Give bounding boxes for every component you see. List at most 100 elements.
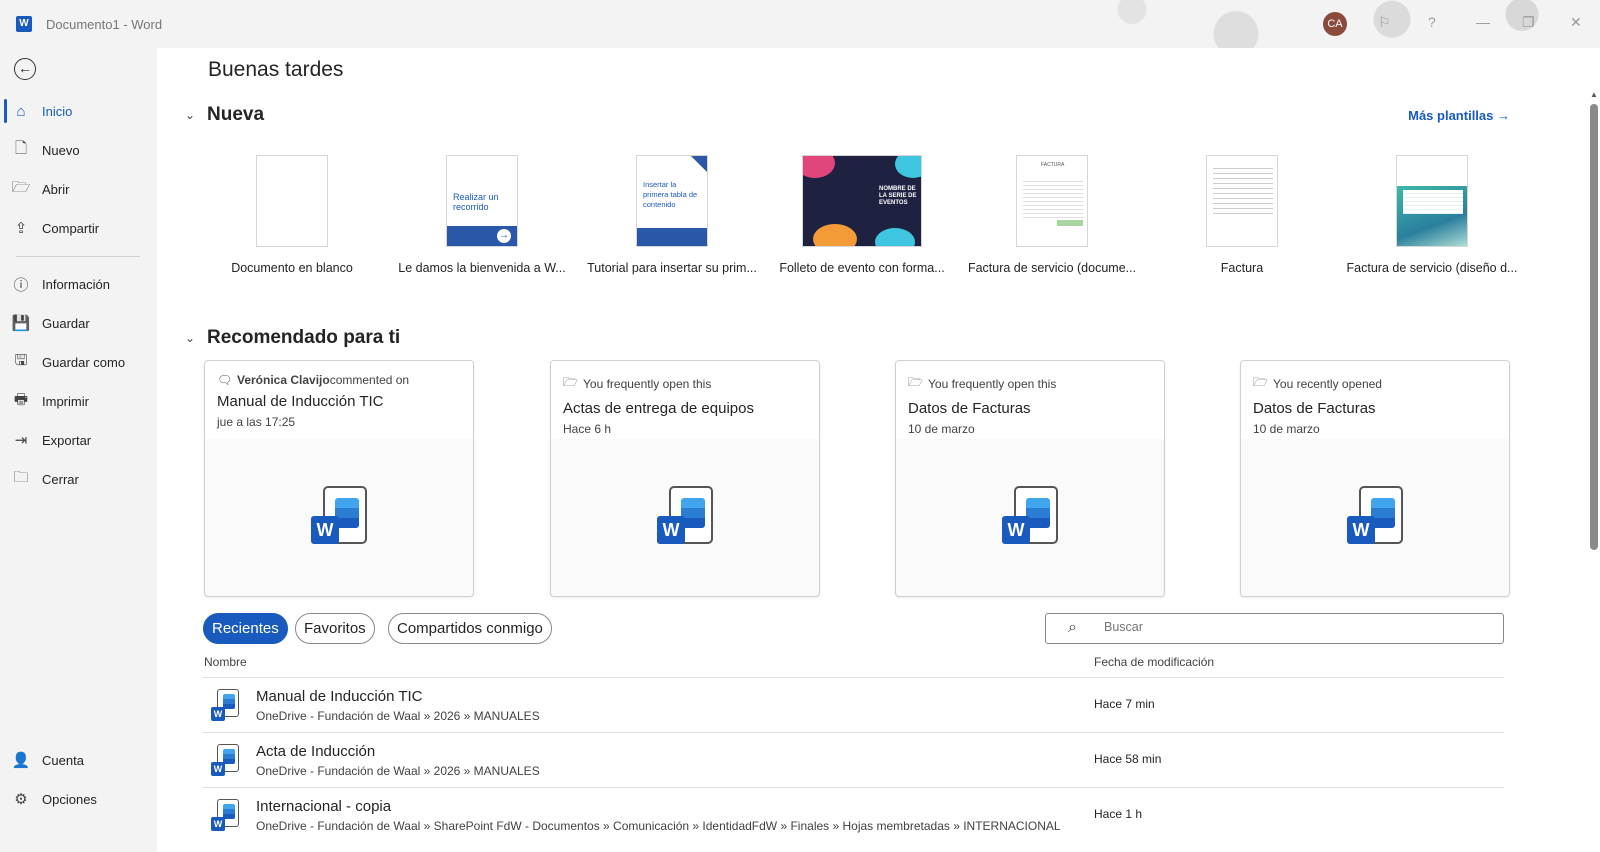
template-tile[interactable]: Realizar un recorrido → Le damos la bien… — [392, 155, 572, 275]
recommended-section-header[interactable]: ⌄ Recomendado para ti — [185, 327, 400, 349]
card-title: Datos de Facturas — [908, 400, 1031, 417]
vertical-scrollbar[interactable]: ▲ — [1588, 90, 1600, 852]
recommended-card[interactable]: 🗁 You recently opened Datos de Facturas 1… — [1240, 360, 1510, 597]
template-thumbnail-toc-tutorial: Insertar la primera tabla de contenido — [636, 155, 708, 247]
file-date: Hace 58 min — [1094, 752, 1162, 766]
commenter-name: Verónica Clavijo — [237, 373, 330, 387]
file-row[interactable]: W Internacional - copia OneDrive - Funda… — [203, 787, 1504, 842]
word-file-icon: W — [211, 799, 239, 831]
sidebar-item-cerrar[interactable]: 🗀 Cerrar — [0, 461, 157, 497]
search-box[interactable]: ⌕ — [1045, 613, 1504, 644]
template-tile[interactable]: Factura — [1152, 155, 1332, 275]
template-thumbnail-service-invoice: FACTURA — [1016, 155, 1088, 247]
recommended-card[interactable]: 🗁 You frequently open this Actas de entre… — [550, 360, 820, 597]
template-thumbnail-blank — [256, 155, 328, 247]
sidebar-item-compartir[interactable]: ⇪ Compartir — [0, 210, 157, 246]
chevron-down-icon: ⌄ — [185, 331, 196, 345]
column-header-name[interactable]: Nombre — [204, 655, 247, 669]
info-icon: ⓘ — [13, 276, 29, 294]
main-content: Buenas tardes ⌄ Nueva Más plantillas → Do… — [157, 48, 1600, 852]
sidebar-item-label: Cuenta — [42, 752, 84, 768]
file-name: Internacional - copia — [256, 798, 392, 815]
sidebar-item-nuevo[interactable]: 🗋 Nuevo — [0, 132, 157, 168]
sidebar-item-label: Nuevo — [42, 142, 80, 158]
close-folder-icon: 🗀 — [13, 468, 29, 486]
scroll-up-icon[interactable]: ▲ — [1590, 90, 1598, 99]
card-reason: commented on — [329, 373, 410, 387]
template-tile[interactable]: NOMBRE DE LA SERIE DE EVENTOS Folleto de… — [772, 155, 952, 275]
file-row[interactable]: W Manual de Inducción TIC OneDrive - Fun… — [203, 677, 1504, 732]
sidebar-item-label: Abrir — [42, 181, 70, 197]
template-tile[interactable]: Documento en blanco — [202, 155, 382, 275]
sidebar-item-label: Opciones — [42, 791, 97, 807]
sidebar-item-exportar[interactable]: ⇥ Exportar — [0, 422, 157, 458]
tab-compartidos-conmigo[interactable]: Compartidos conmigo — [388, 613, 552, 644]
user-avatar[interactable]: CA — [1323, 12, 1347, 36]
folder-icon: 🗁 — [563, 375, 578, 389]
tab-recientes[interactable]: Recientes — [203, 613, 288, 644]
export-icon: ⇥ — [14, 432, 28, 449]
open-folder-icon: 🗁 — [11, 178, 31, 196]
sidebar-item-opciones[interactable]: ⚙ Opciones — [0, 781, 157, 817]
recommended-card[interactable]: 🗁 You frequently open this Datos de Factu… — [895, 360, 1165, 597]
restore-icon[interactable]: ❐ — [1522, 14, 1535, 31]
sidebar-item-informacion[interactable]: ⓘ Información — [0, 266, 157, 302]
sidebar-divider — [16, 256, 140, 257]
card-reason: You frequently open this — [928, 376, 1057, 391]
options-icon: ⚙ — [14, 791, 28, 808]
template-thumbnail-service-invoice-design — [1396, 155, 1468, 247]
template-thumbnail-event-flyer: NOMBRE DE LA SERIE DE EVENTOS — [802, 155, 922, 247]
folder-icon: 🗁 — [908, 375, 923, 389]
more-templates-link[interactable]: Más plantillas → — [1408, 108, 1510, 123]
new-section-title: Nueva — [207, 104, 265, 125]
save-as-icon: 🖫 — [14, 351, 28, 369]
word-file-icon: W — [211, 689, 239, 721]
close-window-icon[interactable]: ✕ — [1570, 14, 1582, 31]
template-tile[interactable]: FACTURA Factura de servicio (docume... — [962, 155, 1142, 275]
sidebar-item-guardar[interactable]: 💾 Guardar — [0, 305, 157, 341]
sidebar-item-cuenta[interactable]: 👤 Cuenta — [0, 742, 157, 778]
card-title: Datos de Facturas — [1253, 400, 1376, 417]
minimize-icon[interactable]: — — [1476, 14, 1490, 30]
template-label: Factura de servicio (diseño d... — [1346, 261, 1518, 275]
sidebar-item-label: Cerrar — [42, 471, 79, 487]
sidebar-item-label: Inicio — [42, 103, 73, 119]
template-tile[interactable]: Insertar la primera tabla de contenido T… — [582, 155, 762, 275]
recommended-section-title: Recomendado para ti — [207, 327, 401, 348]
chevron-down-icon: ⌄ — [185, 108, 196, 122]
card-reason: You recently opened — [1273, 376, 1382, 391]
new-doc-icon: 🗋 — [14, 139, 28, 157]
file-row[interactable]: W Acta de Inducción OneDrive - Fundación… — [203, 732, 1504, 787]
template-label: Documento en blanco — [231, 261, 353, 275]
template-label: Factura — [1220, 261, 1264, 275]
sidebar-item-imprimir[interactable]: 🖶 Imprimir — [0, 383, 157, 419]
folder-icon: 🗁 — [1253, 375, 1268, 389]
sidebar-item-guardar-como[interactable]: 🖫 Guardar como — [0, 344, 157, 380]
title-bar: W Documento1 - Word CA ⚐ ? — ❐ ✕ — [0, 0, 1600, 48]
tab-favoritos[interactable]: Favoritos — [295, 613, 375, 644]
column-header-date[interactable]: Fecha de modificación — [1094, 655, 1214, 669]
card-title: Manual de Inducción TIC — [217, 393, 384, 410]
card-subtitle: jue a las 17:25 — [217, 415, 296, 429]
template-label: Le damos la bienvenida a W... — [398, 261, 566, 275]
file-path: OneDrive - Fundación de Waal » 2026 » MA… — [256, 764, 540, 778]
sidebar-item-inicio[interactable]: ⌂ Inicio — [0, 93, 157, 129]
sidebar-item-label: Guardar — [42, 315, 90, 331]
search-input[interactable] — [1104, 620, 1484, 634]
feedback-icon[interactable]: ⚐ — [1378, 14, 1391, 31]
help-icon[interactable]: ? — [1428, 14, 1436, 30]
scrollbar-thumb[interactable] — [1590, 104, 1598, 550]
card-title: Actas de entrega de equipos — [563, 400, 754, 417]
new-section-header[interactable]: ⌄ Nueva — [185, 104, 264, 126]
file-name: Manual de Inducción TIC — [256, 688, 423, 705]
word-file-icon: W — [1002, 486, 1058, 544]
comment-icon: 🗨 — [217, 373, 233, 387]
template-label: Factura de servicio (docume... — [967, 261, 1137, 275]
back-arrow-icon[interactable]: ← — [14, 58, 36, 80]
recommended-card[interactable]: 🗨 Verónica Clavijo commented on Manual de… — [204, 360, 474, 597]
sidebar-item-abrir[interactable]: 🗁 Abrir — [0, 171, 157, 207]
template-tile[interactable]: Factura de servicio (diseño d... — [1342, 155, 1522, 275]
template-thumbnail-welcome: Realizar un recorrido → — [446, 155, 518, 247]
word-logo-icon: W — [16, 16, 32, 32]
file-name: Acta de Inducción — [256, 743, 376, 760]
